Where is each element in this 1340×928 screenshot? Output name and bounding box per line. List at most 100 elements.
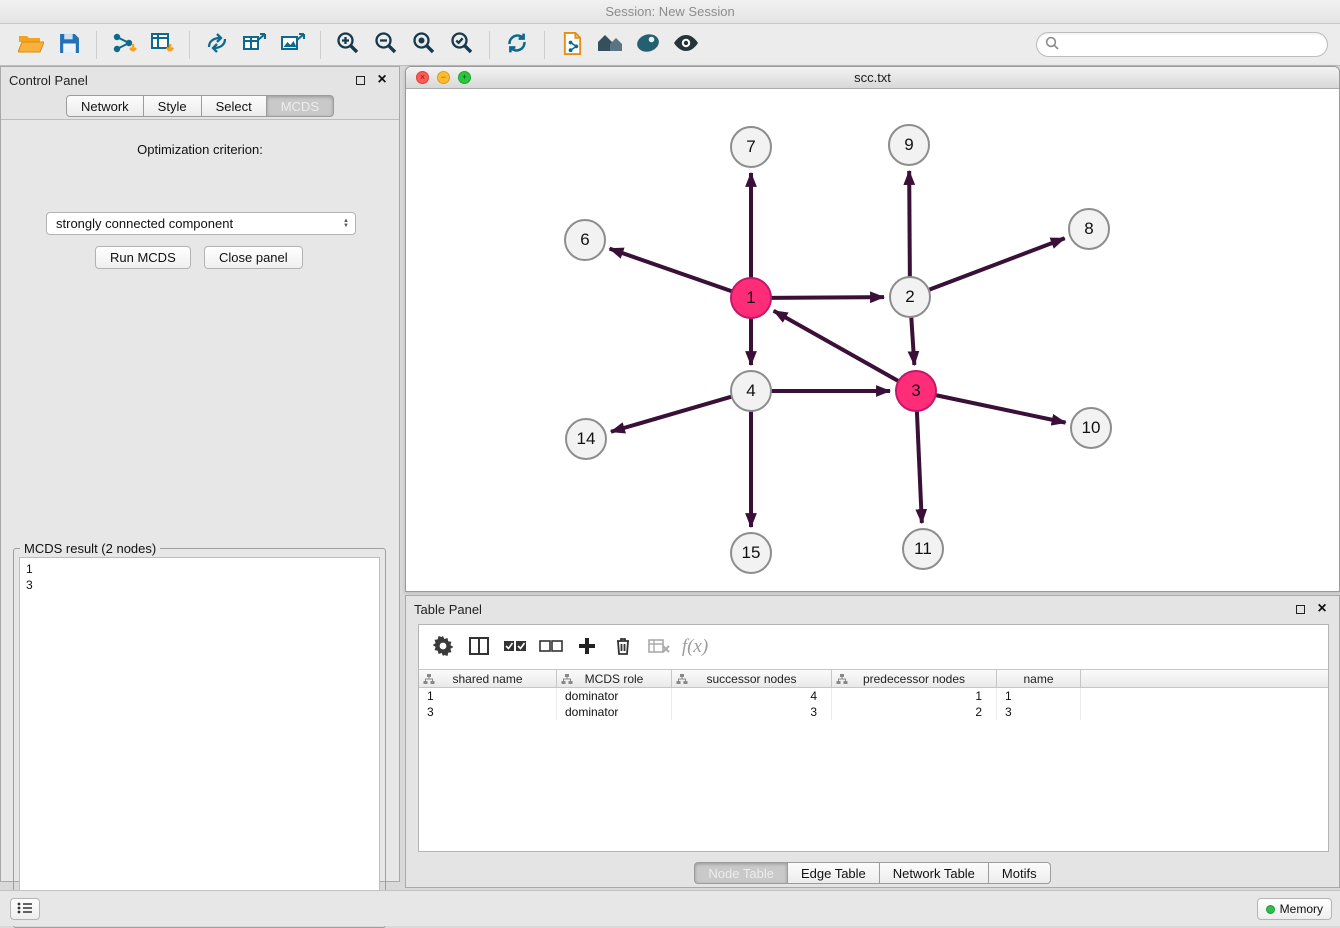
cell-shared-name[interactable]: 3 — [419, 704, 557, 720]
network-node-4[interactable]: 4 — [730, 370, 772, 412]
edge-2-9[interactable] — [909, 171, 910, 277]
network-node-14[interactable]: 14 — [565, 418, 607, 460]
column-header-name[interactable]: name — [997, 670, 1081, 687]
network-node-6[interactable]: 6 — [564, 219, 606, 261]
column-header-mcds-role[interactable]: MCDS role — [557, 670, 672, 687]
cell-mcds-role[interactable]: dominator — [557, 688, 672, 704]
show-hide-button[interactable] — [667, 28, 705, 62]
cell-mcds-role[interactable]: dominator — [557, 704, 672, 720]
import-table-button[interactable] — [143, 28, 181, 62]
mcds-result-item: 3 — [26, 577, 373, 593]
control-panel: Control Panel × Network Style Select MCD… — [0, 66, 400, 882]
cell-name[interactable]: 1 — [997, 688, 1081, 704]
tab-edge-table[interactable]: Edge Table — [787, 862, 880, 884]
delete-table-button — [643, 632, 675, 662]
export-network-button[interactable] — [236, 28, 274, 62]
show-columns-button[interactable] — [463, 632, 495, 662]
network-node-15[interactable]: 15 — [730, 532, 772, 574]
columns-icon — [469, 637, 489, 658]
hierarchy-icon — [561, 673, 573, 688]
mcds-result-list[interactable]: 1 3 — [19, 557, 380, 922]
network-node-1[interactable]: 1 — [730, 277, 772, 319]
network-node-8[interactable]: 8 — [1068, 208, 1110, 250]
tab-style[interactable]: Style — [143, 95, 202, 117]
cell-predecessor-nodes[interactable]: 1 — [832, 688, 997, 704]
cell-successor-nodes[interactable]: 3 — [672, 704, 832, 720]
eye-icon — [673, 35, 699, 54]
edge-3-1[interactable] — [774, 311, 899, 381]
select-all-button[interactable] — [499, 632, 531, 662]
tab-network[interactable]: Network — [66, 95, 144, 117]
refresh-button[interactable] — [498, 28, 536, 62]
save-session-button[interactable] — [50, 28, 88, 62]
zoom-selected-button[interactable] — [443, 28, 481, 62]
home-button[interactable] — [591, 28, 629, 62]
network-node-3[interactable]: 3 — [895, 370, 937, 412]
delete-column-button[interactable] — [607, 632, 639, 662]
tab-motifs[interactable]: Motifs — [988, 862, 1051, 884]
network-node-2[interactable]: 2 — [889, 276, 931, 318]
import-network-button[interactable] — [105, 28, 143, 62]
add-column-button[interactable] — [571, 632, 603, 662]
table-row[interactable]: 3 dominator 3 2 3 — [419, 704, 1328, 720]
annotation-button[interactable] — [553, 28, 591, 62]
tab-node-table[interactable]: Node Table — [694, 862, 788, 884]
network-node-11[interactable]: 11 — [902, 528, 944, 570]
import-table-icon — [150, 31, 175, 58]
unselect-all-button[interactable] — [535, 632, 567, 662]
export-image-icon — [280, 31, 306, 58]
column-label: shared name — [452, 672, 522, 686]
search-input[interactable] — [1064, 38, 1319, 52]
style-button[interactable] — [629, 28, 667, 62]
table-row[interactable]: 1 dominator 4 1 1 — [419, 688, 1328, 704]
edge-1-6[interactable] — [610, 249, 733, 292]
minimize-window-button[interactable]: − — [437, 71, 450, 84]
edge-4-14[interactable] — [611, 397, 732, 432]
open-file-button[interactable] — [12, 28, 50, 62]
close-panel-button-mcds[interactable]: Close panel — [204, 246, 303, 269]
float-panel-button[interactable] — [351, 71, 369, 89]
column-header-predecessor-nodes[interactable]: predecessor nodes — [832, 670, 997, 687]
tab-network-table[interactable]: Network Table — [879, 862, 989, 884]
edge-3-11[interactable] — [917, 411, 922, 523]
float-icon — [1296, 605, 1305, 614]
export-image-button[interactable] — [274, 28, 312, 62]
maximize-window-button[interactable]: + — [458, 71, 471, 84]
close-window-button[interactable]: × — [416, 71, 429, 84]
cell-successor-nodes[interactable]: 4 — [672, 688, 832, 704]
close-table-panel-button[interactable]: × — [1313, 600, 1331, 618]
gear-icon — [433, 636, 453, 659]
column-header-successor-nodes[interactable]: successor nodes — [672, 670, 832, 687]
edge-1-2[interactable] — [771, 297, 884, 298]
cell-shared-name[interactable]: 1 — [419, 688, 557, 704]
mcds-result-group: MCDS result (2 nodes) 1 3 — [13, 548, 386, 928]
tab-select[interactable]: Select — [201, 95, 267, 117]
table-settings-button[interactable] — [427, 632, 459, 662]
criterion-dropdown[interactable]: strongly connected component ▲▼ — [46, 212, 356, 235]
network-node-7[interactable]: 7 — [730, 126, 772, 168]
edge-2-3[interactable] — [911, 317, 914, 365]
hierarchy-icon — [836, 673, 848, 688]
zoom-in-button[interactable] — [329, 28, 367, 62]
cell-name[interactable]: 3 — [997, 704, 1081, 720]
network-node-10[interactable]: 10 — [1070, 407, 1112, 449]
network-canvas[interactable]: 7 9 6 8 1 2 4 3 14 10 15 11 — [406, 89, 1339, 591]
edge-3-10[interactable] — [936, 395, 1066, 422]
network-share-button[interactable] — [198, 28, 236, 62]
task-history-button[interactable] — [10, 898, 40, 920]
edge-2-8[interactable] — [929, 238, 1065, 290]
float-table-panel-button[interactable] — [1291, 600, 1309, 618]
annotation-document-icon — [561, 31, 584, 59]
memory-button[interactable]: Memory — [1257, 898, 1332, 920]
cell-predecessor-nodes[interactable]: 2 — [832, 704, 997, 720]
network-node-9[interactable]: 9 — [888, 124, 930, 166]
zoom-out-button[interactable] — [367, 28, 405, 62]
run-mcds-button[interactable]: Run MCDS — [95, 246, 191, 269]
table-tabs: Node Table Edge Table Network Table Moti… — [406, 862, 1339, 884]
zoom-fit-button[interactable] — [405, 28, 443, 62]
table-header-row: shared name MCDS role successor nodes pr… — [419, 669, 1328, 688]
network-share-icon — [205, 31, 229, 58]
column-header-shared-name[interactable]: shared name — [419, 670, 557, 687]
close-panel-button[interactable]: × — [373, 71, 391, 89]
tab-mcds[interactable]: MCDS — [266, 95, 334, 117]
